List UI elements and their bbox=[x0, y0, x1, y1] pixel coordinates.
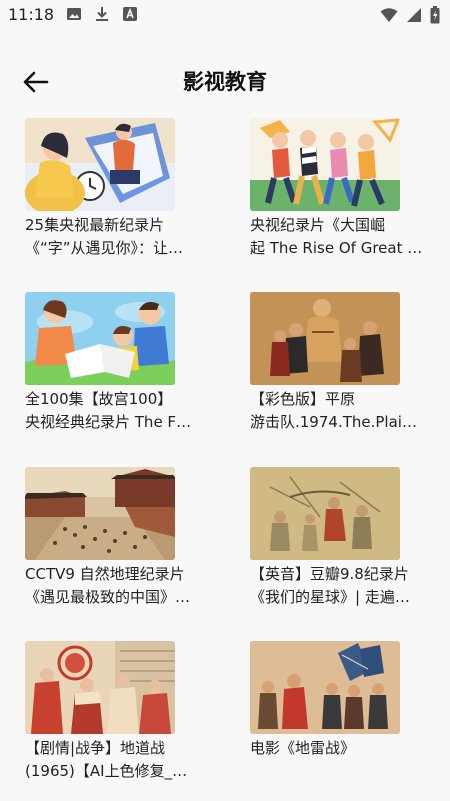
video-title: 央视纪录片《大国崛 起 The Rise Of Great N… bbox=[250, 214, 426, 260]
status-time: 11:18 bbox=[8, 5, 55, 24]
app-header: 影视教育 bbox=[0, 54, 450, 110]
video-title: CCTV9 自然地理纪录片 《遇见最极致的中国》… bbox=[25, 563, 201, 609]
video-thumbnail bbox=[250, 118, 400, 211]
video-title-line: 全100集【故宫100】 bbox=[25, 390, 173, 408]
video-title-line: 【剧情|战争】地道战 bbox=[25, 739, 166, 757]
video-title-line: 25集央视最新纪录片 bbox=[25, 216, 165, 234]
video-thumbnail bbox=[25, 467, 175, 560]
video-card[interactable]: 【剧情|战争】地道战 (1965)【AI上色修复_… bbox=[25, 641, 215, 801]
video-title-line: CCTV9 自然地理纪录片 bbox=[25, 565, 185, 583]
signal-icon bbox=[406, 7, 422, 23]
video-card[interactable]: 央视纪录片《大国崛 起 The Rise Of Great N… bbox=[250, 118, 440, 278]
video-card[interactable]: 【彩色版】平原 游击队.1974.The.Plain… bbox=[250, 292, 440, 452]
status-bar: 11:18 bbox=[0, 0, 450, 34]
wifi-icon bbox=[380, 7, 398, 23]
video-title-line: 《遇见最极致的中国》… bbox=[25, 588, 191, 606]
video-title-line: 起 The Rise Of Great N… bbox=[250, 239, 426, 257]
video-title-line: (1965)【AI上色修复_… bbox=[25, 762, 188, 780]
battery-icon bbox=[430, 6, 440, 24]
video-card[interactable]: CCTV9 自然地理纪录片 《遇见最极致的中国》… bbox=[25, 467, 215, 627]
video-thumbnail bbox=[250, 467, 400, 560]
video-title: 【英音】豆瓣9.8纪录片 《我们的星球》| 走遍… bbox=[250, 563, 426, 609]
video-card[interactable]: 25集央视最新纪录片 《“字”从遇见你》：让… bbox=[25, 118, 215, 278]
video-thumbnail bbox=[25, 118, 175, 211]
video-thumbnail bbox=[250, 292, 400, 385]
video-title: 25集央视最新纪录片 《“字”从遇见你》：让… bbox=[25, 214, 201, 260]
video-title-line: 【彩色版】平原 bbox=[250, 390, 356, 408]
status-system-icons bbox=[380, 6, 440, 24]
video-title-line: 游击队.1974.The.Plain… bbox=[250, 413, 426, 431]
video-title-line: 央视纪录片《大国崛 bbox=[250, 216, 386, 234]
video-thumbnail bbox=[25, 641, 175, 734]
video-title-line: 电影《地雷战》 bbox=[250, 739, 356, 757]
video-title: 【剧情|战争】地道战 (1965)【AI上色修复_… bbox=[25, 737, 201, 783]
video-title-line: 《“字”从遇见你》：让… bbox=[25, 239, 184, 257]
video-title-line: 《我们的星球》| 走遍… bbox=[250, 588, 410, 606]
video-card[interactable]: 全100集【故宫100】 央视经典纪录片 The F… bbox=[25, 292, 215, 452]
page-title: 影视教育 bbox=[183, 70, 267, 94]
video-title: 【彩色版】平原 游击队.1974.The.Plain… bbox=[250, 388, 426, 434]
image-icon bbox=[66, 6, 82, 22]
video-thumbnail bbox=[25, 292, 175, 385]
status-notification-icons bbox=[66, 6, 138, 22]
video-card[interactable]: 【英音】豆瓣9.8纪录片 《我们的星球》| 走遍… bbox=[250, 467, 440, 627]
video-title-line: 【英音】豆瓣9.8纪录片 bbox=[250, 565, 409, 583]
a-icon bbox=[122, 6, 138, 22]
video-title: 全100集【故宫100】 央视经典纪录片 The F… bbox=[25, 388, 201, 434]
video-title: 电影《地雷战》 bbox=[250, 737, 426, 760]
video-title-line: 央视经典纪录片 The F… bbox=[25, 413, 192, 431]
download-icon bbox=[94, 6, 110, 22]
video-thumbnail bbox=[250, 641, 400, 734]
video-card[interactable]: 电影《地雷战》 bbox=[250, 641, 440, 801]
